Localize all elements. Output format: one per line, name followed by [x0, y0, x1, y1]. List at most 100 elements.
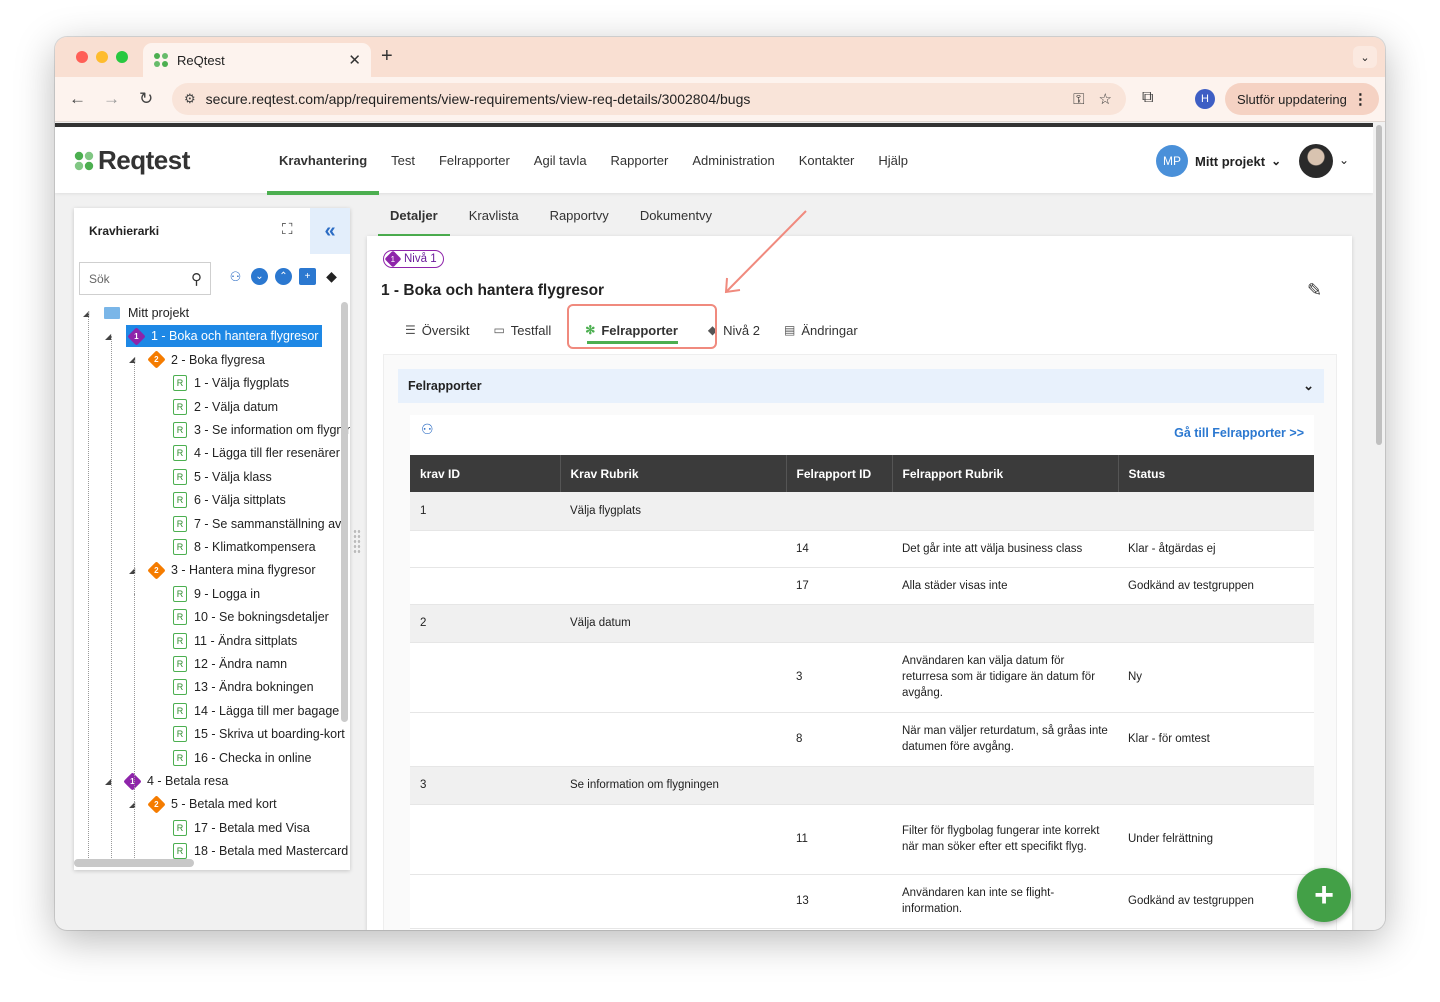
tree-node[interactable]: R 12 - Ändra namn [173, 653, 287, 675]
tab-oversikt[interactable]: ☰ Översikt [393, 312, 481, 348]
new-tab-button[interactable]: + [381, 45, 393, 68]
nav-rapporter[interactable]: Rapporter [599, 127, 681, 193]
tree-node[interactable]: R 13 - Ändra bokningen [173, 676, 314, 698]
tree-node[interactable]: R 7 - Se sammanställning av [173, 513, 341, 535]
tree-node[interactable]: R 15 - Skriva ut boarding-kort [173, 723, 345, 745]
tree-search-input[interactable]: Sök ⚲ [79, 262, 211, 295]
table-row[interactable]: 13 Användaren kan inte se flight-informat… [410, 874, 1314, 929]
tree-node[interactable]: R 6 - Välja sittplats [173, 489, 286, 511]
extensions-icon[interactable]: ⧉ [1142, 89, 1153, 107]
nav-kontakter[interactable]: Kontakter [787, 127, 867, 193]
panel-resize-handle[interactable] [353, 529, 361, 555]
tab-dokumentvy[interactable]: Dokumentvy [628, 193, 724, 237]
tab-kravlista[interactable]: Kravlista [457, 193, 531, 237]
fullscreen-icon[interactable]: ⛶ [282, 221, 293, 238]
profile-avatar[interactable]: H [1195, 89, 1215, 109]
tree-node[interactable]: ◢ 2 5 - Betala med kort [129, 793, 277, 815]
tree-node[interactable]: R 10 - Se bokningsdetaljer [173, 606, 329, 628]
tab-search-button[interactable]: ⌄ [1353, 46, 1377, 68]
tree-node[interactable]: ◢ 2 2 - Boka flygresa [129, 349, 265, 371]
nav-administration[interactable]: Administration [680, 127, 786, 193]
nav-hjalp[interactable]: Hjälp [866, 127, 920, 193]
collapse-all-icon[interactable]: ⌃ [275, 268, 292, 285]
user-avatar[interactable] [1299, 144, 1333, 178]
nav-test[interactable]: Test [379, 127, 427, 193]
col-krav-id[interactable]: krav ID [410, 455, 561, 492]
reqtest-logo[interactable]: Reqtest [73, 145, 190, 176]
tree-node[interactable]: ◢ 2 3 - Hantera mina flygresor [129, 559, 316, 581]
add-document-icon[interactable]: + [299, 268, 316, 285]
tree-scrollbar[interactable] [340, 302, 348, 862]
table-cell: Ny [1118, 642, 1314, 713]
tab-rapportvy[interactable]: Rapportvy [538, 193, 621, 237]
tree-node[interactable]: ◢ 1 4 - Betala resa [105, 770, 228, 792]
bug-view-icon[interactable]: ⚇ [421, 421, 434, 438]
close-window-button[interactable] [76, 51, 88, 63]
tree-root[interactable]: ◢ Mitt projekt [83, 302, 189, 324]
bug-view-icon[interactable]: ⚇ [227, 268, 244, 285]
table-row[interactable]: 17 Alla städer visas inte Godkänd av testg… [410, 567, 1314, 605]
tab-testfall[interactable]: ▭ Testfall [481, 312, 563, 348]
table-row[interactable]: 1 Välja flygplats [410, 492, 1314, 531]
table-row[interactable]: 11 Filter för flygbolag fungerar inte kor… [410, 804, 1314, 875]
tree-node[interactable]: R 1 - Välja flygplats [173, 372, 289, 394]
tree-node[interactable]: R 8 - Klimatkompensera [173, 536, 316, 558]
level-1-icon: 1 [384, 250, 402, 268]
col-krav-rubrik[interactable]: Krav Rubrik [560, 455, 787, 492]
tree-node[interactable]: R 14 - Lägga till mer bagage [173, 700, 339, 722]
collapse-panel-button[interactable]: « [310, 208, 350, 254]
reload-icon[interactable]: ↻ [139, 89, 153, 109]
table-row[interactable]: 3 Användaren kan välja datum för returres… [410, 642, 1314, 713]
minimize-window-button[interactable] [96, 51, 108, 63]
tree-scrollbar-thumb[interactable] [341, 302, 348, 722]
chevron-down-icon[interactable]: ⌄ [1303, 378, 1314, 394]
col-status[interactable]: Status [1118, 455, 1314, 492]
col-felrapport-id[interactable]: Felrapport ID [786, 455, 893, 492]
table-row[interactable]: 3 Se information om flygningen [410, 766, 1314, 805]
go-to-bug-reports-link[interactable]: Gå till Felrapporter >> [1174, 426, 1304, 440]
tree-node[interactable]: ◢ 1 1 - Boka och hantera flygresor [105, 325, 323, 348]
project-selector[interactable]: MP Mitt projekt ⌄ [1156, 145, 1281, 177]
nav-felrapporter[interactable]: Felrapporter [427, 127, 522, 193]
back-arrow-icon[interactable]: ← [69, 89, 86, 109]
close-tab-icon[interactable]: ✕ [348, 51, 361, 69]
bookmark-star-icon[interactable]: ☆ [1099, 90, 1112, 108]
page-scrollbar-thumb[interactable] [1376, 125, 1382, 445]
forward-arrow-icon[interactable]: → [103, 89, 120, 109]
nav-agil-tavla[interactable]: Agil tavla [522, 127, 599, 193]
table-cell: Välja datum [560, 604, 786, 643]
tree-horizontal-scrollbar[interactable] [74, 859, 194, 867]
site-settings-icon[interactable]: ⚙ [184, 91, 196, 107]
update-button[interactable]: Slutför uppdatering ⋮ [1225, 83, 1379, 115]
address-bar[interactable]: ⚙ secure.reqtest.com/app/requirements/vi… [172, 83, 1126, 115]
tree-node[interactable]: R 2 - Välja datum [173, 396, 278, 418]
nav-kravhantering[interactable]: Kravhantering [267, 127, 380, 195]
password-key-icon[interactable]: ⚿ [1073, 91, 1084, 108]
tree-node[interactable]: R 18 - Betala med Mastercard [173, 840, 348, 862]
tree-node[interactable]: R 3 - Se information om flygningen [173, 419, 350, 441]
chevron-down-icon[interactable]: ⌄ [1339, 153, 1349, 167]
tree-node[interactable]: R 4 - Lägga till fler resenärer [173, 442, 340, 464]
add-floating-button[interactable]: + [1297, 868, 1351, 922]
add-level-icon[interactable]: ◆ [323, 268, 340, 285]
table-row[interactable]: 14 Det går inte att välja business class K… [410, 530, 1314, 568]
tree-node[interactable]: R 9 - Logga in [173, 583, 260, 605]
page-scrollbar[interactable] [1373, 123, 1385, 930]
tab-detaljer[interactable]: Detaljer [378, 193, 450, 237]
table-row[interactable]: 16Sorteringsfunktionen fungerar inteKlar… [410, 928, 1314, 930]
search-icon[interactable]: ⚲ [191, 270, 202, 288]
table-row[interactable]: 8 När man väljer returdatum, så gråas int… [410, 712, 1314, 767]
requirement-icon: R [173, 679, 187, 696]
tree-node[interactable]: R 16 - Checka in online [173, 747, 311, 769]
col-felrapport-rubrik[interactable]: Felrapport Rubrik [892, 455, 1119, 492]
tree-node[interactable]: R 5 - Välja klass [173, 466, 272, 488]
maximize-window-button[interactable] [116, 51, 128, 63]
browser-tab[interactable]: ReQtest ✕ [143, 43, 371, 77]
tree-node[interactable]: R 11 - Ändra sittplats [173, 630, 297, 652]
bug-reports-panel-header[interactable]: Felrapporter ⌄ [398, 369, 1324, 403]
tree-node[interactable]: R 17 - Betala med Visa [173, 817, 310, 839]
tab-andringar[interactable]: ▤ Ändringar [772, 312, 870, 348]
edit-pencil-icon[interactable]: ✎ [1307, 280, 1322, 301]
table-row[interactable]: 2 Välja datum [410, 604, 1314, 643]
expand-all-icon[interactable]: ⌄ [251, 268, 268, 285]
